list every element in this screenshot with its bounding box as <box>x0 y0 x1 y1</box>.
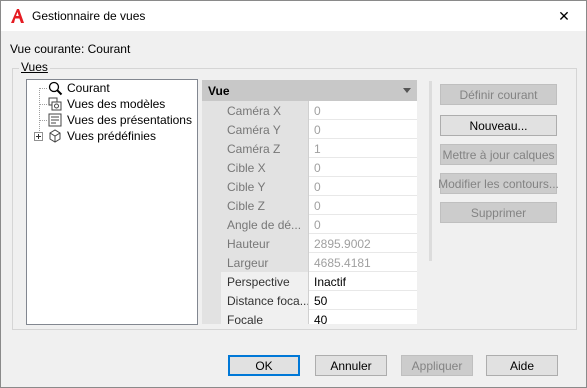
property-row: Cible X 0 <box>221 158 417 177</box>
property-row-perspective[interactable]: Perspective Inactif <box>221 272 417 291</box>
property-value[interactable]: Inactif <box>310 272 346 289</box>
property-value: 4685.4181 <box>314 256 371 270</box>
property-row: Caméra X 0 <box>221 101 417 120</box>
properties-gutter <box>202 101 221 324</box>
property-name: Largeur <box>221 253 309 272</box>
property-name: Caméra Z <box>221 139 309 158</box>
tree-item-preset-views[interactable]: Vues prédéfinies <box>47 128 158 144</box>
tree-item-layout-views[interactable]: Vues des présentations <box>47 112 194 128</box>
tree-connector <box>39 104 47 105</box>
current-view-label: Vue courante: Courant <box>10 42 131 56</box>
property-name: Hauteur <box>221 234 309 253</box>
property-name: Cible Z <box>221 196 309 215</box>
title-bar: Gestionnaire de vues ✕ <box>1 1 586 31</box>
property-name: Caméra Y <box>221 120 309 139</box>
apply-button[interactable]: Appliquer <box>401 355 473 376</box>
property-name: Caméra X <box>221 101 309 120</box>
delete-button[interactable]: Supprimer <box>440 202 557 223</box>
views-group-label: Vues <box>19 60 50 74</box>
splitter[interactable] <box>429 81 432 261</box>
magnifier-icon <box>48 81 63 96</box>
property-value: 1 <box>314 142 321 156</box>
property-value[interactable]: 50 <box>310 291 327 308</box>
update-layers-button[interactable]: Mettre à jour calques <box>440 144 557 165</box>
property-row: Cible Y 0 <box>221 177 417 196</box>
chevron-down-icon <box>403 88 411 93</box>
property-row: Caméra Y 0 <box>221 120 417 139</box>
new-button[interactable]: Nouveau... <box>440 115 557 136</box>
property-name: Angle de dé... <box>221 215 309 234</box>
expand-preset-views-toggle[interactable] <box>34 132 43 141</box>
property-row-focal-length[interactable]: Focale 40 <box>221 310 417 324</box>
autocad-a-icon <box>11 9 24 23</box>
property-value: 0 <box>314 218 321 232</box>
property-value: 0 <box>314 199 321 213</box>
preset-views-icon <box>49 129 61 143</box>
property-name: Cible Y <box>221 177 309 196</box>
properties-section-title: Vue <box>208 84 230 98</box>
tree-item-courant[interactable]: Courant <box>47 80 112 96</box>
window-title: Gestionnaire de vues <box>32 9 146 23</box>
tree-item-model-views[interactable]: Vues des modèles <box>47 96 167 112</box>
property-row: Cible Z 0 <box>221 196 417 215</box>
property-name: Perspective <box>221 272 309 291</box>
tree-item-label: Vues des modèles <box>67 97 166 111</box>
properties-section-header[interactable]: Vue <box>202 80 417 101</box>
ok-button[interactable]: OK <box>228 355 300 376</box>
tree-item-label: Vues des présentations <box>67 113 192 127</box>
plus-icon <box>36 134 41 139</box>
layout-views-icon <box>48 113 62 127</box>
property-name: Distance foca... <box>221 291 309 310</box>
set-current-button[interactable]: Définir courant <box>440 84 557 105</box>
property-value: 0 <box>314 123 321 137</box>
property-row: Largeur 4685.4181 <box>221 253 417 272</box>
property-name: Focale <box>221 310 309 324</box>
property-value[interactable]: 40 <box>310 310 327 324</box>
model-views-icon <box>48 97 62 111</box>
edit-boundaries-button[interactable]: Modifier les contours... <box>438 173 559 194</box>
close-icon: ✕ <box>558 7 570 24</box>
property-value: 2895.9002 <box>314 237 371 251</box>
tree-connector <box>39 88 40 137</box>
property-row: Hauteur 2895.9002 <box>221 234 417 253</box>
property-value: 0 <box>314 161 321 175</box>
tree-item-label: Courant <box>67 81 110 95</box>
property-row: Caméra Z 1 <box>221 139 417 158</box>
view-manager-dialog: Gestionnaire de vues ✕ Vue courante: Cou… <box>0 0 587 388</box>
tree-connector <box>39 120 47 121</box>
view-properties-grid[interactable]: Vue Caméra X 0 Caméra Y 0 Caméra Z 1 Cib… <box>202 80 417 324</box>
cancel-button[interactable]: Annuler <box>315 355 387 376</box>
property-row-focal-distance[interactable]: Distance foca... 50 <box>221 291 417 310</box>
views-tree[interactable]: Courant Vues des modèles Vues des présen… <box>26 79 198 325</box>
help-button[interactable]: Aide <box>486 355 558 376</box>
property-value: 0 <box>314 180 321 194</box>
tree-connector <box>39 88 47 89</box>
property-row: Angle de dé... 0 <box>221 215 417 234</box>
tree-item-label: Vues prédéfinies <box>67 129 156 143</box>
close-button[interactable]: ✕ <box>542 1 586 31</box>
property-name: Cible X <box>221 158 309 177</box>
property-value: 0 <box>314 104 321 118</box>
